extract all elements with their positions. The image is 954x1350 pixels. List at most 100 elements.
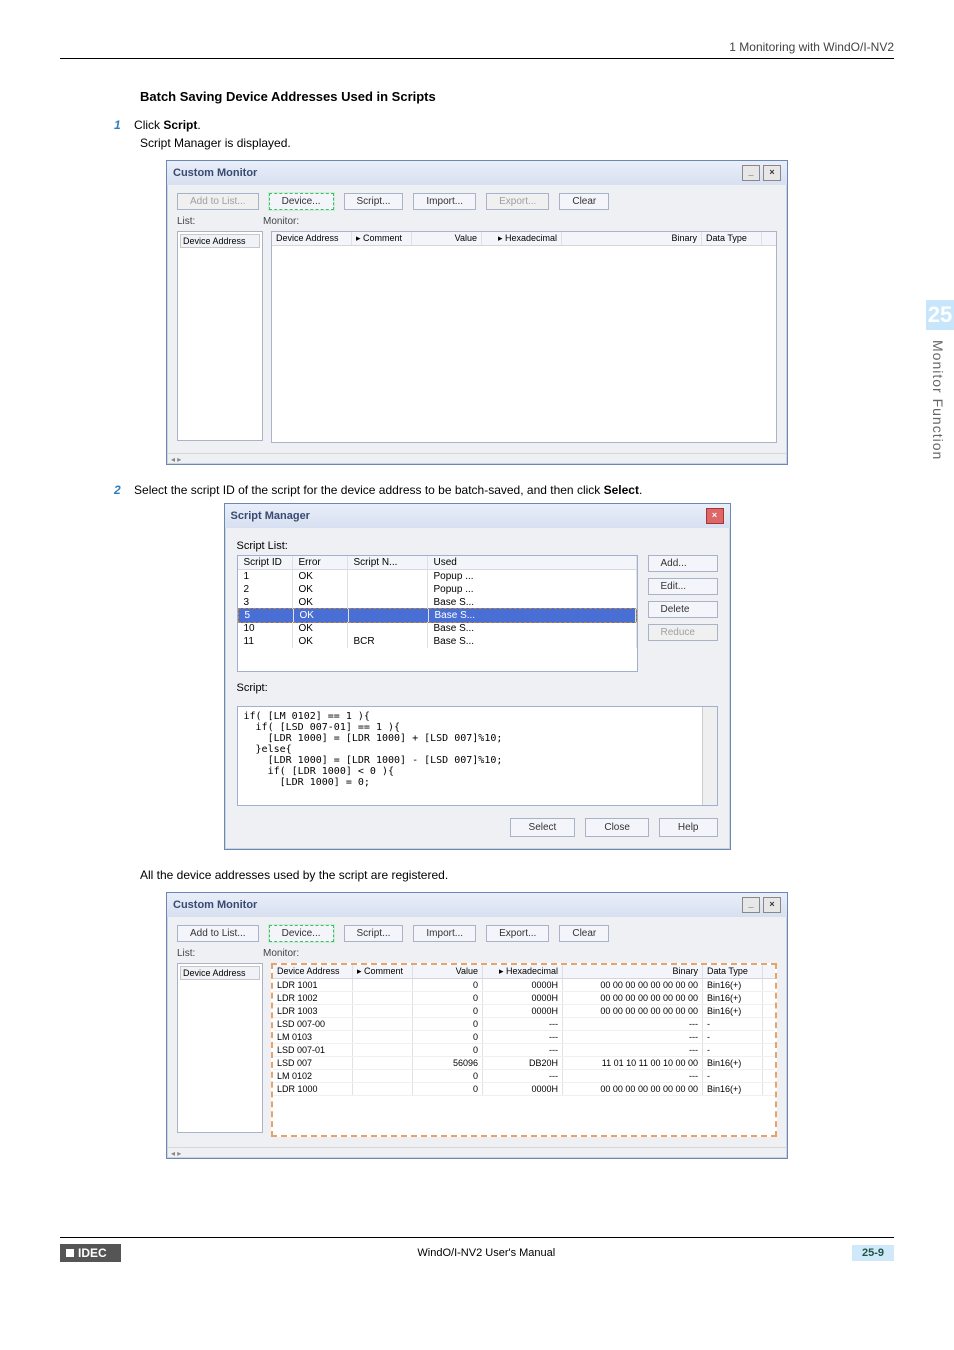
script-button[interactable]: Script... [344,193,404,210]
sm-edit-button[interactable]: Edit... [648,578,718,595]
step-2-bold: Select [604,483,639,497]
sm-script-label: Script: [237,682,718,694]
clear-button[interactable]: Clear [559,193,609,210]
sm-reduce-button[interactable]: Reduce [648,624,718,641]
device-button[interactable]: Device... [269,925,334,942]
step-1-post: . [197,118,200,132]
step-2: 2 Select the script ID of the script for… [114,483,894,497]
custom-monitor-window: Custom Monitor _ × Add to List... Device… [166,160,788,465]
scrollbar[interactable] [702,707,717,805]
manual-title: WindO/I-NV2 User's Manual [417,1247,555,1259]
list-header: Device Address [180,966,260,980]
minimize-icon[interactable]: _ [742,897,760,913]
step-2-post: . [639,483,642,497]
monitor-box[interactable]: Device Address ▸ Comment Value ▸ Hexadec… [271,231,777,443]
sm-col-id[interactable]: Script ID [238,556,293,569]
step-2-num: 2 [114,483,121,497]
sm-col-name[interactable]: Script N... [348,556,428,569]
cm-list-label: List: [177,948,263,959]
mon-col-hex[interactable]: ▸ Hexadecimal [483,965,563,978]
export-button[interactable]: Export... [486,193,549,210]
device-button[interactable]: Device... [269,193,334,210]
list-header: Device Address [180,234,260,248]
sm-add-button[interactable]: Add... [648,555,718,572]
monitor-row[interactable]: LSD 00756096DB20H11 01 10 11 00 10 00 00… [273,1057,775,1070]
monitor-row[interactable]: LDR 100100000H00 00 00 00 00 00 00 00Bin… [273,979,775,992]
brand-logo: IDEC [60,1244,121,1262]
script-button[interactable]: Script... [344,925,404,942]
monitor-row[interactable]: LM 01020------- [273,1070,775,1083]
cm-title: Custom Monitor [173,167,257,179]
mon-col-address[interactable]: Device Address [272,232,352,245]
script-list[interactable]: Script ID Error Script N... Used 1OKPopu… [237,555,638,672]
monitor-box[interactable]: Device Address ▸ Comment Value ▸ Hexadec… [271,963,777,1137]
monitor-row[interactable]: LDR 100200000H00 00 00 00 00 00 00 00Bin… [273,992,775,1005]
mon-col-binary[interactable]: Binary [562,232,702,245]
monitor-row[interactable]: LDR 100300000H00 00 00 00 00 00 00 00Bin… [273,1005,775,1018]
step-2-pre: Select the script ID of the script for t… [134,483,604,497]
add-to-list-button[interactable]: Add to List... [177,193,259,210]
page-footer: IDEC WindO/I-NV2 User's Manual 25-9 [60,1237,894,1262]
step-1-pre: Click [134,118,163,132]
cm-list-label: List: [177,216,263,227]
script-manager-window: Script Manager × Script List: Script ID … [224,503,731,850]
mon-col-hex[interactable]: ▸ Hexadecimal [482,232,562,245]
cm-title: Custom Monitor [173,899,257,911]
sm-title: Script Manager [231,510,310,522]
step-1-num: 1 [114,118,121,132]
clear-button[interactable]: Clear [559,925,609,942]
script-row[interactable]: 5OKBase S... [238,608,637,623]
mon-col-binary[interactable]: Binary [563,965,703,978]
mon-col-datatype[interactable]: Data Type [702,232,762,245]
script-row[interactable]: 1OKPopup ... [238,570,637,583]
close-icon[interactable]: × [763,897,781,913]
add-to-list-button[interactable]: Add to List... [177,925,259,942]
cm-monitor-label: Monitor: [263,216,299,227]
monitor-row[interactable]: LSD 007-010------- [273,1044,775,1057]
script-text: if( [LM 0102] == 1 ){ if( [LSD 007-01] =… [244,711,503,788]
close-icon[interactable]: × [763,165,781,181]
mon-col-datatype[interactable]: Data Type [703,965,763,978]
sm-select-button[interactable]: Select [510,818,576,837]
sm-col-err[interactable]: Error [293,556,348,569]
page-number: 25-9 [852,1245,894,1261]
chapter-tab: 25 Monitor Function [926,300,954,500]
mon-col-comment[interactable]: ▸ Comment [353,965,413,978]
list-box[interactable]: Device Address [177,231,263,441]
import-button[interactable]: Import... [413,925,476,942]
script-row[interactable]: 2OKPopup ... [238,583,637,596]
script-row[interactable]: 10OKBase S... [238,622,637,635]
chapter-number: 25 [926,300,954,330]
scroll-hint: ◂ ▸ [167,1147,787,1158]
step-1-bold: Script [163,118,197,132]
script-row[interactable]: 3OKBase S... [238,596,637,609]
sm-delete-button[interactable]: Delete [648,601,718,618]
monitor-row[interactable]: LDR 100000000H00 00 00 00 00 00 00 00Bin… [273,1083,775,1096]
chapter-label: Monitor Function [930,330,946,460]
step-1: 1 Click Script. [114,118,894,132]
mon-col-address[interactable]: Device Address [273,965,353,978]
monitor-row[interactable]: LSD 007-000------- [273,1018,775,1031]
close-icon[interactable]: × [706,508,724,524]
import-button[interactable]: Import... [413,193,476,210]
script-row[interactable]: 11OKBCRBase S... [238,635,637,648]
sm-help-button[interactable]: Help [659,818,718,837]
minimize-icon[interactable]: _ [742,165,760,181]
mon-col-comment[interactable]: ▸ Comment [352,232,412,245]
sm-col-used[interactable]: Used [428,556,637,569]
export-button[interactable]: Export... [486,925,549,942]
mon-col-value[interactable]: Value [413,965,483,978]
list-box[interactable]: Device Address [177,963,263,1133]
header-breadcrumb: 1 Monitoring with WindO/I-NV2 [60,40,894,59]
script-body[interactable]: if( [LM 0102] == 1 ){ if( [LSD 007-01] =… [237,706,718,806]
monitor-row[interactable]: LM 01030------- [273,1031,775,1044]
custom-monitor-window-filled: Custom Monitor _ × Add to List... Device… [166,892,788,1159]
mon-col-value[interactable]: Value [412,232,482,245]
scroll-hint: ◂ ▸ [167,453,787,464]
cm-monitor-label: Monitor: [263,948,299,959]
registered-note: All the device addresses used by the scr… [140,868,894,882]
sm-close-button[interactable]: Close [585,818,649,837]
sm-list-label: Script List: [237,540,718,552]
step-1-sub: Script Manager is displayed. [140,136,894,150]
section-title: Batch Saving Device Addresses Used in Sc… [140,89,894,104]
